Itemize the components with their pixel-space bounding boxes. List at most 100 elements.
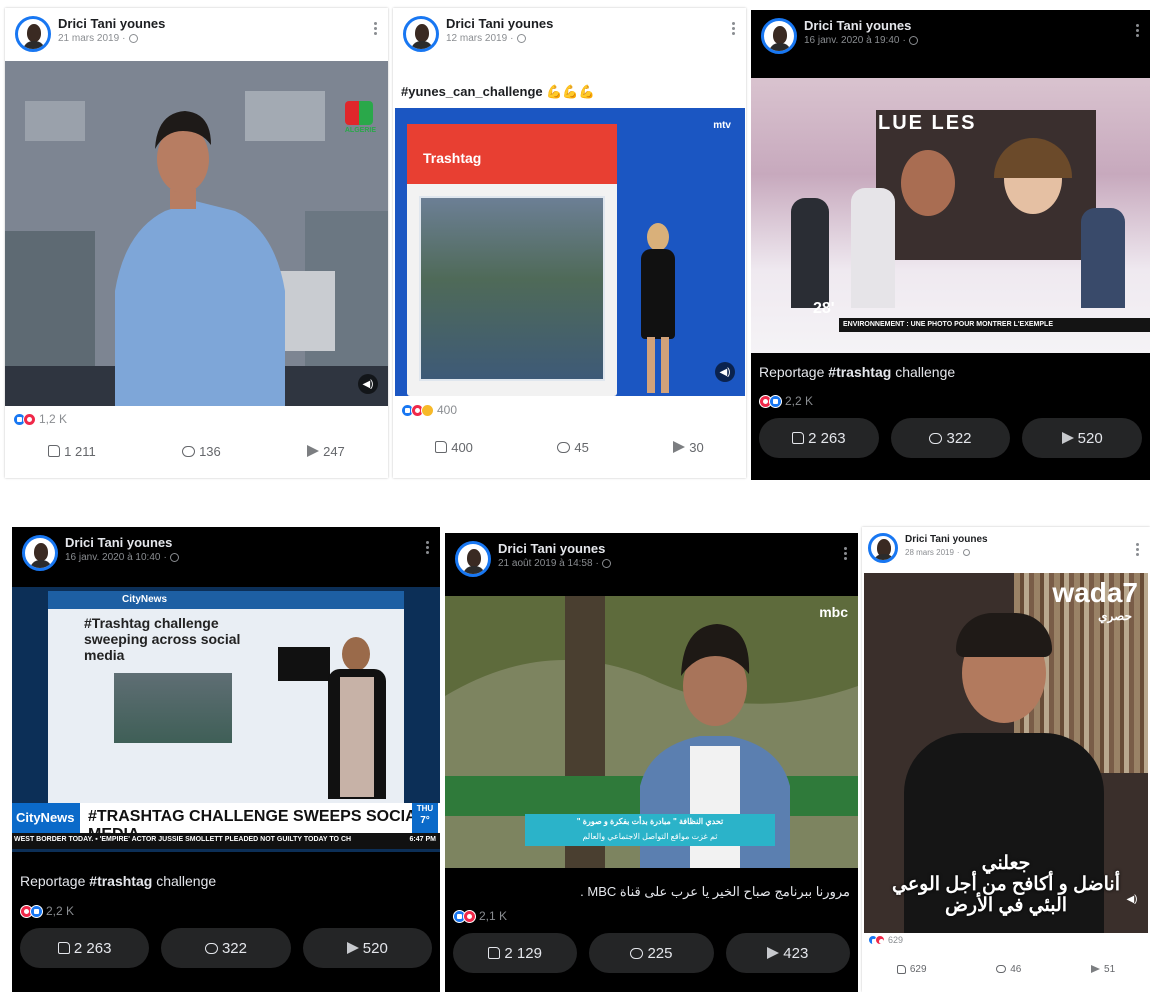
web-headline: #Trashtag challenge sweeping across soci… [84,615,241,663]
share-button[interactable]: 30 [673,440,704,455]
reactions-summary[interactable]: 2,1 K [453,909,507,923]
comment-icon [996,965,1007,973]
share-button[interactable]: 520 [1022,418,1143,458]
author-name[interactable]: Drici Tani younes [446,16,553,32]
volume-icon[interactable]: ◀) [1122,889,1142,909]
author-name[interactable]: Drici Tani younes [65,535,179,551]
share-button[interactable]: 51 [1091,964,1115,975]
channel-logo: 28' [813,300,835,317]
thumbs-up-icon [435,441,448,453]
avatar[interactable] [15,16,51,52]
post-header: Drici Tani younes 21 août 2019 à 14:58 · [445,533,858,585]
post-date[interactable]: 12 mars 2019 [446,32,507,45]
reactions-summary[interactable]: 1,2 K [13,412,67,426]
like-button[interactable]: 2 263 [759,418,879,458]
share-icon [307,445,320,457]
globe-icon [169,553,179,562]
hashtag-link[interactable]: #trashtag [828,364,891,380]
post-date[interactable]: 16 janv. 2020 à 10:40 [65,551,160,564]
post-caption: Reportage #trashtag challenge [20,873,217,889]
post-date[interactable]: 21 août 2019 à 14:58 [498,557,593,570]
author-name[interactable]: Drici Tani younes [498,541,611,557]
author-name[interactable]: Drici Tani younes [905,533,988,546]
reactions-summary[interactable]: 2,2 K [20,904,74,918]
post-date[interactable]: 28 mars 2019 [905,546,954,559]
wall-text: LUE LES [878,112,977,134]
avatar[interactable] [455,541,491,577]
comment-icon [557,441,571,453]
comment-icon [929,432,943,444]
reaction-count: 2,2 K [785,394,814,408]
video-thumbnail[interactable]: mbc " تحدي النظافة " مبادرة بدأت بفكرة و… [445,596,858,868]
like-button[interactable]: 1 211 [48,444,96,459]
post-caption: #yunes_can_challenge 💪💪💪 [401,84,595,99]
post-card-3: Drici Tani younes 16 janv. 2020 à 19:40 ·… [751,10,1150,480]
reactions-summary[interactable]: 400 [401,403,457,417]
like-button[interactable]: 2 129 [453,933,578,973]
ticker: WEST BORDER TODAY. ▪ 'EMPIRE' ACTOR JUSS… [12,833,440,849]
comment-button[interactable]: 45 [557,440,589,455]
reactions-summary[interactable]: 629 [868,935,903,945]
share-icon [346,942,359,954]
comment-button[interactable]: 225 [589,933,714,973]
share-button[interactable]: 520 [302,928,432,968]
post-header: Drici Tani younes 28 mars 2019 · [862,527,1150,569]
presenter [635,223,681,393]
thumbs-up-icon [896,964,906,974]
love-reaction-icon [23,412,36,426]
comment-icon [204,942,218,954]
avatar[interactable] [761,18,797,54]
post-date[interactable]: 21 mars 2019 [58,32,119,45]
video-thumbnail[interactable]: LUE LES 28' ENVIRONNEMENT : UNE PHOTO PO… [751,78,1150,353]
volume-icon[interactable]: ◀) [715,362,735,382]
more-options-icon[interactable] [732,22,736,35]
share-button[interactable]: 423 [725,933,850,973]
video-thumbnail[interactable]: CityNews #Trashtag challenge sweeping ac… [12,587,440,852]
action-bar: 2 129 225 423 [447,932,856,974]
reaction-count: 1,2 K [39,412,68,426]
video-thumbnail[interactable]: ALGERIE ◀) [5,61,388,406]
subtitles: جعلني أناضل و أكافح من أجل الوعي البئي ف… [891,853,1121,916]
globe-icon [962,549,970,556]
more-options-icon[interactable] [844,547,848,560]
like-button[interactable]: 400 [435,440,473,455]
news-banner: ENVIRONNEMENT : UNE PHOTO POUR MONTRER L… [839,318,1150,332]
thumbs-up-icon [488,947,501,959]
post-card-1: Drici Tani younes 21 mars 2019 · ALGERIE … [5,8,388,478]
thumbs-up-icon [57,942,70,954]
thumbs-up-icon [48,445,61,457]
video-thumbnail[interactable]: Trashtag mtv ◀) [395,108,745,396]
avatar[interactable] [22,535,58,571]
author-name[interactable]: Drici Tani younes [58,16,165,32]
reactions-summary[interactable]: 2,2 K [759,394,813,408]
more-options-icon[interactable] [1136,24,1140,37]
hashtag-link[interactable]: #trashtag [89,873,152,889]
action-bar: 1 211 136 247 [5,436,388,466]
channel-logo: ALGERIE [344,101,376,134]
action-bar: 400 45 30 [393,432,746,462]
more-options-icon[interactable] [1136,543,1140,556]
more-options-icon[interactable] [426,541,430,554]
avatar[interactable] [868,533,898,563]
more-options-icon[interactable] [374,22,378,35]
comment-button[interactable]: 322 [161,928,291,968]
volume-icon[interactable]: ◀) [358,374,378,394]
channel-logo: mbc [819,604,848,620]
like-button[interactable]: 2 263 [20,928,150,968]
like-button[interactable]: 629 [896,964,927,975]
post-date[interactable]: 16 janv. 2020 à 19:40 [804,34,899,47]
avatar[interactable] [403,16,439,52]
reaction-count: 2,1 K [479,909,508,923]
share-button[interactable]: 247 [307,444,345,459]
post-card-2: Drici Tani younes 12 mars 2019 · #yunes_c… [393,8,746,478]
brand-logo: CityNews [12,803,80,833]
lower-third: " تحدي النظافة " مبادرة بدأت بفكرة و صور… [525,814,775,846]
video-thumbnail[interactable]: wada7 حصري جعلني أناضل و أكافح من أجل ال… [864,573,1148,933]
comment-button[interactable]: 136 [182,444,221,459]
comment-button[interactable]: 46 [996,964,1021,975]
post-header: Drici Tani younes 12 mars 2019 · [393,8,746,60]
author-name[interactable]: Drici Tani younes [804,18,918,34]
comment-button[interactable]: 322 [890,418,1011,458]
globe-icon [908,36,918,45]
post-header: Drici Tani younes 16 janv. 2020 à 19:40 · [751,10,1150,62]
